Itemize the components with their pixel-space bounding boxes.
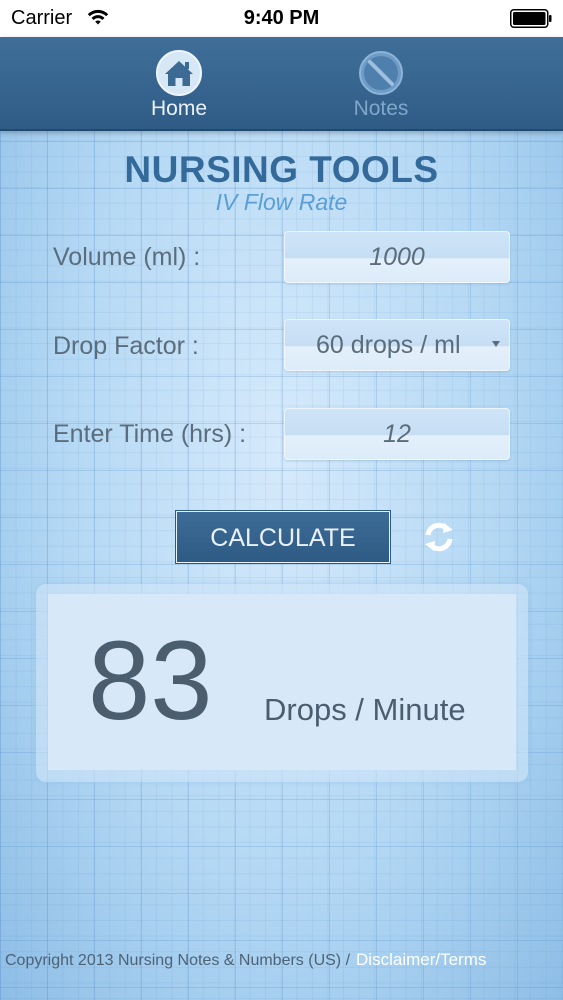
status-bar: Carrier 9:40 PM — [0, 0, 563, 37]
refresh-icon[interactable] — [420, 518, 458, 556]
result-display: 83 Drops / Minute — [48, 594, 516, 770]
volume-input[interactable] — [284, 231, 510, 283]
nav-bar: Home Notes — [0, 37, 563, 131]
page-title: NURSING TOOLS — [124, 149, 439, 190]
tab-notes[interactable]: Notes — [321, 49, 441, 121]
tab-home-label: Home — [150, 97, 208, 120]
status-time: 9:40 PM — [243, 7, 320, 29]
dropdown-arrow-icon — [492, 341, 500, 347]
tab-notes-label: Notes — [353, 97, 409, 120]
tab-home[interactable]: Home — [119, 49, 239, 121]
footer: Copyright 2013 Nursing Notes & Numbers (… — [5, 950, 560, 970]
home-icon — [156, 50, 202, 96]
time-label: Enter Time (hrs) : — [53, 420, 247, 448]
page-subtitle: IV Flow Rate — [215, 189, 348, 215]
copyright-text: Copyright 2013 Nursing Notes & Numbers (… — [5, 952, 351, 969]
disclaimer-link[interactable]: Disclaimer/Terms — [356, 950, 486, 969]
time-input[interactable] — [284, 408, 510, 460]
drop-factor-label: Drop Factor : — [53, 332, 199, 360]
result-panel: 83 Drops / Minute — [36, 584, 528, 782]
battery-icon — [510, 9, 552, 28]
result-unit: Drops / Minute — [264, 692, 466, 727]
calculate-button[interactable]: CALCULATE — [176, 511, 390, 563]
volume-label: Volume (ml) : — [53, 243, 201, 271]
drop-factor-value: 60 drops / ml — [316, 331, 461, 359]
result-value: 83 — [88, 618, 213, 743]
drop-factor-select[interactable]: 60 drops / ml — [284, 319, 510, 371]
notes-icon — [359, 51, 403, 95]
